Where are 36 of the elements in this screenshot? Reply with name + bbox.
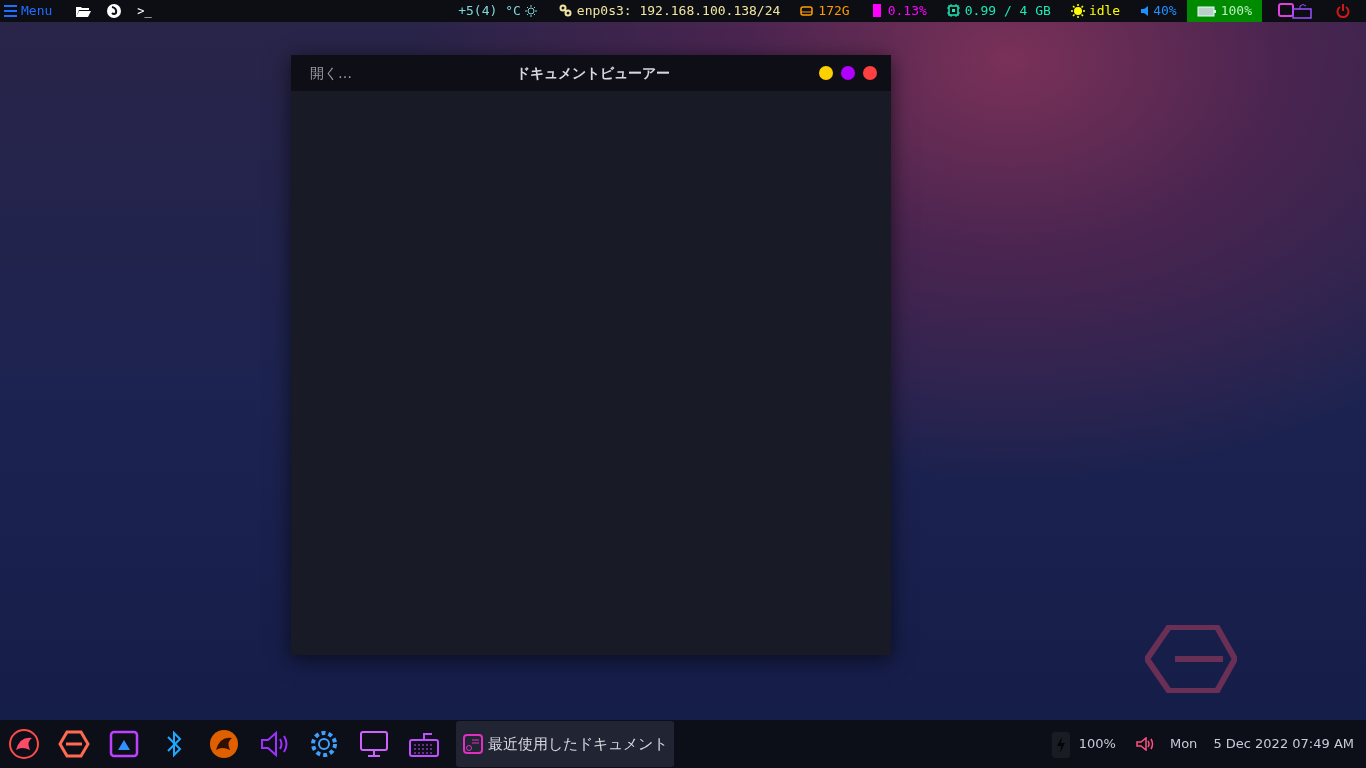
battery-icon (1196, 4, 1217, 18)
menu-icon (4, 5, 17, 17)
status-text: enp0s3: 192.168.100.138/24 (576, 2, 781, 21)
settings-icon[interactable] (308, 728, 340, 760)
day-label: Mon (1169, 735, 1198, 754)
status-text: idle (1088, 2, 1121, 21)
speaker-icon[interactable] (1135, 737, 1154, 751)
menu-button[interactable]: Menu (4, 1, 53, 21)
task-button[interactable]: 最近使用したドキュメント (456, 721, 674, 767)
terminal-icon[interactable]: >_ (137, 2, 152, 20)
status-text: 172G (818, 2, 850, 21)
battery-charging-icon (1050, 729, 1071, 759)
date-time: 5 Dec 2022 07:49 AM (1213, 735, 1354, 754)
close-button[interactable] (863, 66, 877, 80)
image-icon[interactable] (108, 728, 140, 760)
open-button[interactable]: 開く… (309, 61, 399, 85)
speaker-icon[interactable] (258, 728, 290, 760)
sun-icon (524, 4, 539, 18)
power-icon[interactable] (1336, 4, 1350, 18)
window-title: ドキュメントビューアー (516, 63, 670, 83)
speaker-icon (1140, 4, 1150, 18)
maximize-button[interactable] (841, 66, 855, 80)
minimize-button[interactable] (819, 66, 833, 80)
status-text: +5(4) °C (458, 2, 521, 21)
link-icon (558, 4, 573, 18)
folder-icon[interactable] (76, 5, 92, 17)
status-text: 0.99 / 4 GB (964, 2, 1051, 21)
status-text: 40% (1153, 2, 1177, 21)
battery-percentage: 100% (1078, 735, 1116, 754)
battery-level: 100% (1220, 2, 1252, 21)
drive-icon (800, 4, 815, 18)
status-text: 0.13% (887, 2, 927, 21)
sun-icon (1070, 4, 1085, 18)
monitor-icon[interactable] (358, 728, 390, 760)
document-search-icon (462, 733, 484, 755)
hexagon-logo-icon[interactable] (58, 728, 90, 760)
